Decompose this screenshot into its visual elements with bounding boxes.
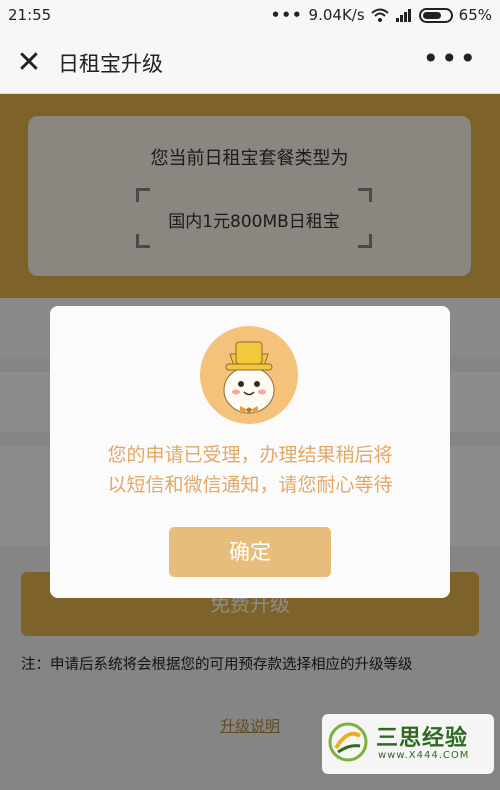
watermark-logo-icon [328, 722, 368, 762]
battery-icon [418, 7, 453, 23]
status-right: ••• 9.04K/s 65% [271, 6, 492, 24]
watermark: 三思经验 www.X444.COM [322, 714, 494, 774]
notification-dots-icon: ••• [270, 6, 303, 24]
dialog-message-line: 您的申请已受理，办理结果稍后将 [107, 444, 393, 466]
status-bar: 21:55 ••• 9.04K/s 65% [0, 0, 500, 32]
confirmation-dialog: 您的申请已受理，办理结果稍后将 以短信和微信通知，请您耐心等待 确定 [50, 306, 450, 598]
watermark-title: 三思经验 [376, 726, 469, 751]
watermark-url: www.X444.COM [378, 750, 470, 761]
network-speed: 9.04K/s [308, 6, 365, 24]
signal-icon [395, 9, 411, 22]
mascot-icon [200, 326, 298, 424]
status-time: 21:55 [8, 6, 52, 24]
battery-level: 65% [458, 6, 492, 24]
more-menu-icon[interactable]: ••• [422, 44, 478, 74]
confirm-button[interactable]: 确定 [169, 527, 331, 577]
close-icon[interactable]: ✕ [14, 48, 44, 78]
wifi-icon [370, 8, 389, 22]
page-title: 日租宝升级 [58, 52, 163, 76]
dialog-message: 您的申请已受理，办理结果稍后将 以短信和微信通知，请您耐心等待 [50, 440, 450, 500]
title-bar: ✕ 日租宝升级 ••• [0, 32, 500, 94]
dialog-message-line: 以短信和微信通知，请您耐心等待 [107, 474, 393, 496]
